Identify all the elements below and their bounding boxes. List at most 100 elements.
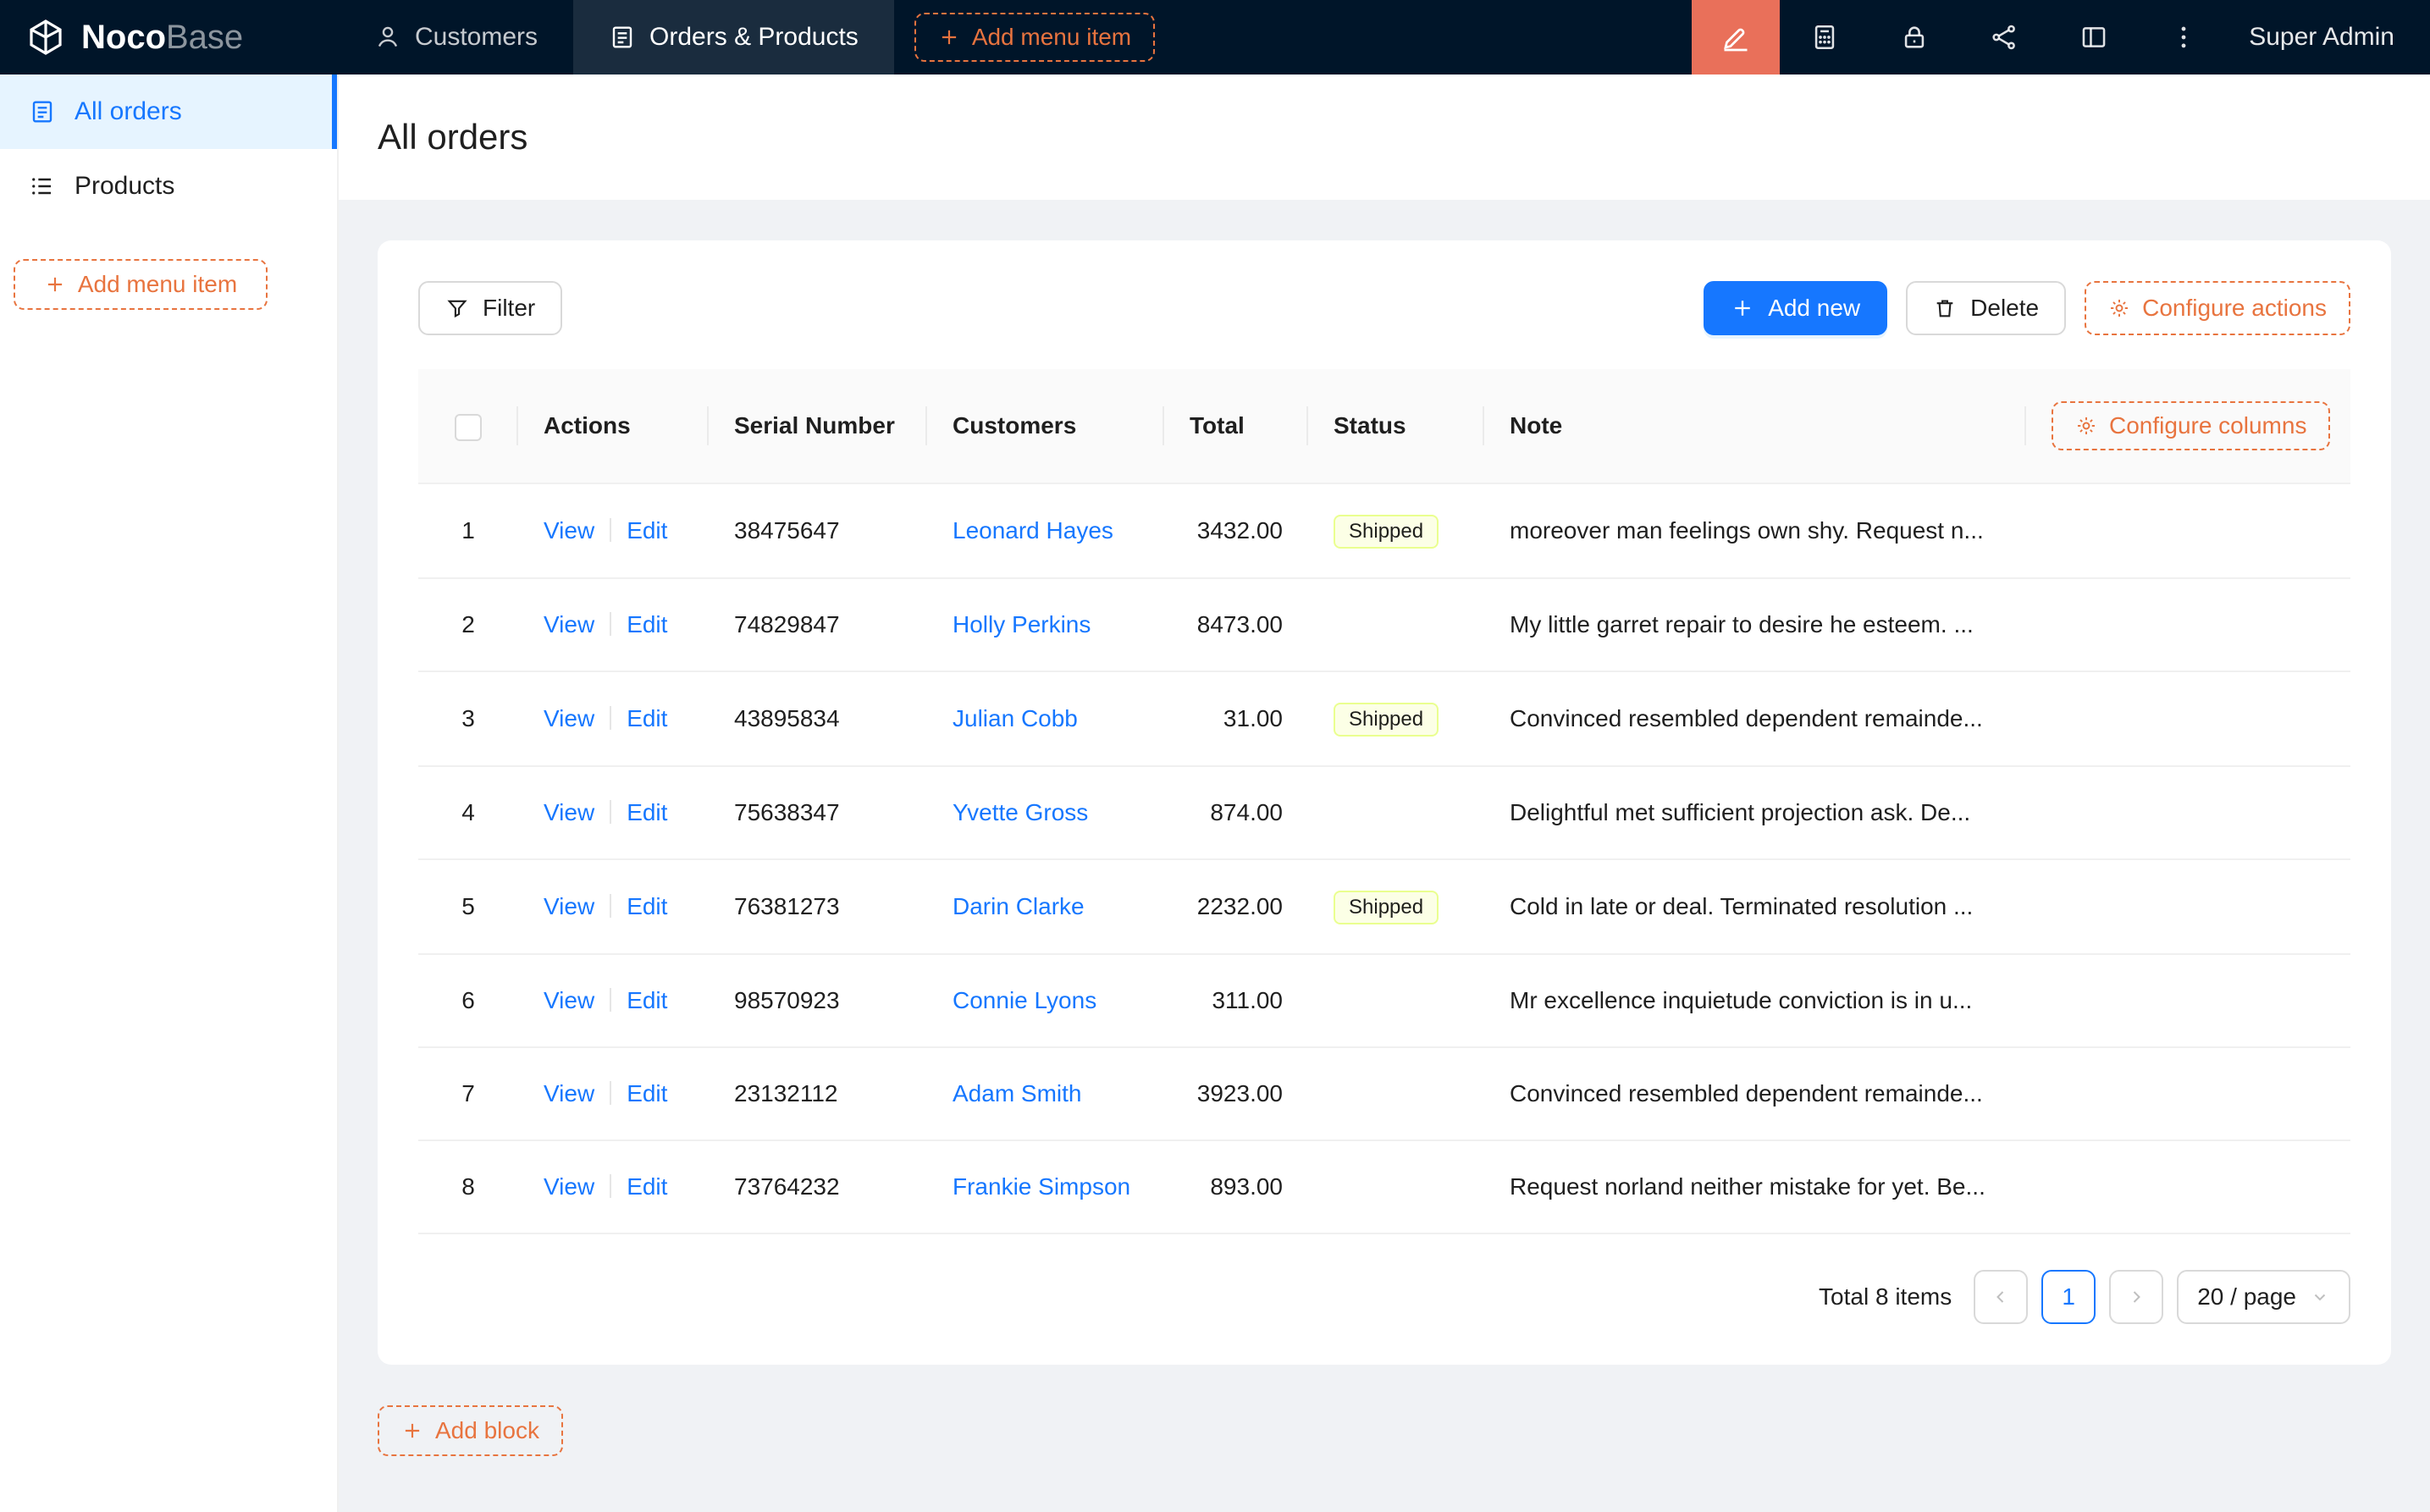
table-row: 2 ViewEdit 74829847 Holly Perkins 8473.0… <box>418 578 2350 671</box>
customer-link[interactable]: Julian Cobb <box>953 705 1078 731</box>
edit-link[interactable]: Edit <box>627 987 667 1013</box>
chevron-right-icon <box>2126 1287 2146 1307</box>
status-tag: Shipped <box>1334 891 1439 924</box>
view-link[interactable]: View <box>544 1080 594 1106</box>
view-link[interactable]: View <box>544 705 594 731</box>
edit-link[interactable]: Edit <box>627 1080 667 1106</box>
select-all-header <box>418 369 518 483</box>
customer-link[interactable]: Darin Clarke <box>953 893 1085 919</box>
customer-cell: Julian Cobb <box>927 671 1164 766</box>
edit-link[interactable]: Edit <box>627 705 667 731</box>
table-row: 7 ViewEdit 23132112 Adam Smith 3923.00 C… <box>418 1047 2350 1140</box>
chevron-down-icon <box>2310 1287 2330 1307</box>
page-header: All orders <box>339 74 2430 200</box>
layout-icon <box>2079 23 2108 52</box>
table-row: 8 ViewEdit 73764232 Frankie Simpson 893.… <box>418 1140 2350 1233</box>
view-link[interactable]: View <box>544 893 594 919</box>
filter-button[interactable]: Filter <box>418 281 562 335</box>
actions-cell: View Edit <box>518 954 709 1047</box>
select-all-checkbox[interactable] <box>455 414 482 441</box>
edit-link[interactable]: Edit <box>627 517 667 544</box>
view-link[interactable]: View <box>544 517 594 544</box>
view-link[interactable]: View <box>544 799 594 825</box>
customer-cell: Yvette Gross <box>927 766 1164 859</box>
more-button[interactable] <box>2139 0 2228 74</box>
row-index: 5 <box>418 859 518 954</box>
configure-actions-button[interactable]: Configure actions <box>2085 281 2350 335</box>
row-index: 3 <box>418 671 518 766</box>
gear-icon <box>2075 415 2097 437</box>
layout-button[interactable] <box>2049 0 2139 74</box>
divider <box>610 1174 611 1198</box>
column-header-actions: Actions <box>518 369 709 483</box>
list-icon <box>29 173 56 200</box>
total-cell: 31.00 <box>1164 671 1308 766</box>
add-menu-item-button-sidebar[interactable]: Add menu item <box>14 259 268 310</box>
status-cell: Shipped <box>1308 483 1484 578</box>
page-number-button[interactable]: 1 <box>2041 1270 2096 1324</box>
nav-tab-orders-products[interactable]: Orders & Products <box>573 0 894 74</box>
nav-tab-customers[interactable]: Customers <box>339 0 573 74</box>
actions-cell: View Edit <box>518 766 709 859</box>
row-index: 2 <box>418 578 518 671</box>
status-cell <box>1308 1047 1484 1140</box>
nocobase-logo[interactable]: NocoBase <box>0 0 339 74</box>
actions-cell: View Edit <box>518 483 709 578</box>
orders-table-icon <box>29 98 56 125</box>
orders-table-block: Filter Add new <box>378 240 2391 1365</box>
calculator-button[interactable] <box>1780 0 1869 74</box>
serial-number-cell: 73764232 <box>709 1140 927 1233</box>
page-size-select[interactable]: 20 / page <box>2177 1270 2350 1324</box>
delete-button[interactable]: Delete <box>1906 281 2066 335</box>
customers-icon <box>374 24 401 51</box>
customer-link[interactable]: Yvette Gross <box>953 799 1088 825</box>
sidebar: All orders Products Add menu item <box>0 74 339 1512</box>
highlighter-icon <box>1720 22 1751 52</box>
lock-icon <box>1900 23 1929 52</box>
api-button[interactable] <box>1959 0 2049 74</box>
actions-cell: View Edit <box>518 1047 709 1140</box>
edit-link[interactable]: Edit <box>627 893 667 919</box>
total-cell: 311.00 <box>1164 954 1308 1047</box>
divider <box>610 518 611 542</box>
serial-number-cell: 75638347 <box>709 766 927 859</box>
divider <box>610 988 611 1012</box>
customer-link[interactable]: Holly Perkins <box>953 611 1091 637</box>
note-cell: Cold in late or deal. Terminated resolut… <box>1484 859 2026 954</box>
serial-number-cell: 23132112 <box>709 1047 927 1140</box>
page-title: All orders <box>378 117 527 157</box>
row-index: 7 <box>418 1047 518 1140</box>
customer-link[interactable]: Connie Lyons <box>953 987 1096 1013</box>
next-page-button[interactable] <box>2109 1270 2163 1324</box>
customer-link[interactable]: Frankie Simpson <box>953 1173 1130 1200</box>
edit-link[interactable]: Edit <box>627 1173 667 1200</box>
status-cell <box>1308 766 1484 859</box>
view-link[interactable]: View <box>544 611 594 637</box>
add-new-button[interactable]: Add new <box>1704 281 1887 335</box>
status-cell: Shipped <box>1308 671 1484 766</box>
prev-page-button[interactable] <box>1974 1270 2028 1324</box>
edit-link[interactable]: Edit <box>627 799 667 825</box>
customer-link[interactable]: Leonard Hayes <box>953 517 1113 544</box>
customer-link[interactable]: Adam Smith <box>953 1080 1082 1106</box>
sidebar-item-products[interactable]: Products <box>0 149 337 223</box>
add-menu-item-button-header[interactable]: Add menu item <box>914 13 1155 62</box>
ui-editor-button[interactable] <box>1692 0 1780 74</box>
configure-columns-button[interactable]: Configure columns <box>2052 401 2330 450</box>
note-cell: Convinced resembled dependent remainde..… <box>1484 1047 2026 1140</box>
view-link[interactable]: View <box>544 1173 594 1200</box>
plus-icon <box>44 273 66 295</box>
actions-cell: View Edit <box>518 578 709 671</box>
sidebar-item-all-orders[interactable]: All orders <box>0 74 337 149</box>
total-cell: 8473.00 <box>1164 578 1308 671</box>
serial-number-cell: 38475647 <box>709 483 927 578</box>
customer-cell: Holly Perkins <box>927 578 1164 671</box>
edit-link[interactable]: Edit <box>627 611 667 637</box>
user-menu[interactable]: Super Admin <box>2228 0 2430 74</box>
view-link[interactable]: View <box>544 987 594 1013</box>
note-cell: My little garret repair to desire he est… <box>1484 578 2026 671</box>
customer-cell: Darin Clarke <box>927 859 1164 954</box>
add-block-button[interactable]: Add block <box>378 1405 563 1456</box>
note-cell: Convinced resembled dependent remainde..… <box>1484 671 2026 766</box>
lock-button[interactable] <box>1869 0 1959 74</box>
